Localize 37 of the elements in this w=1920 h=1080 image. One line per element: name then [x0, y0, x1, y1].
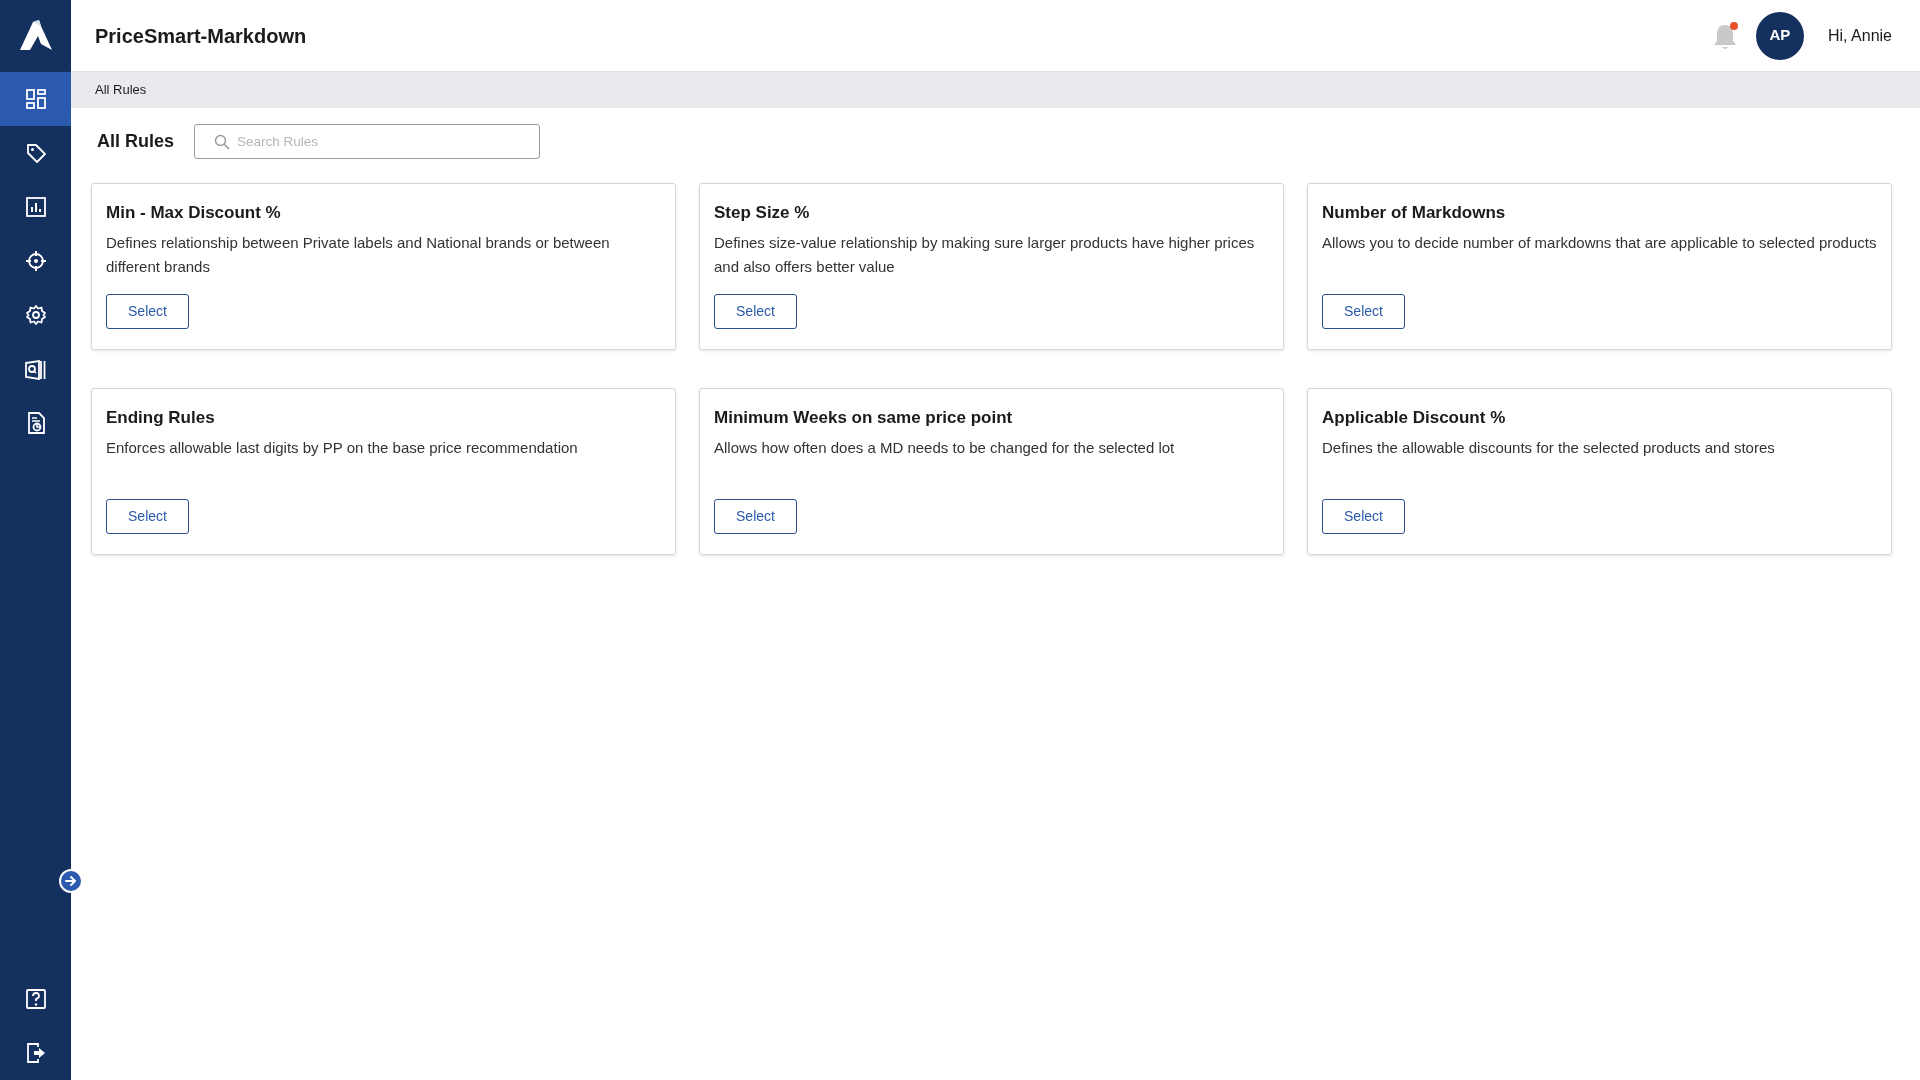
select-button[interactable]: Select: [714, 499, 797, 534]
rule-title: Applicable Discount %: [1322, 407, 1507, 429]
select-button[interactable]: Select: [106, 499, 189, 534]
settings-icon: [24, 304, 47, 326]
help-icon: [24, 988, 47, 1010]
select-button[interactable]: Select: [1322, 499, 1405, 534]
arrow-right-icon: [64, 874, 78, 888]
rule-description: Enforces allowable last digits by PP on the base price recommendation: [106, 437, 579, 458]
breadcrumb-item[interactable]: All Rules: [95, 80, 147, 100]
user-avatar[interactable]: AP: [1755, 11, 1804, 60]
rule-title: Min - Max Discount %: [106, 202, 282, 224]
rule-description: Defines size-value relationship by making sure larger products have higher prices and also offers better value: [714, 232, 1256, 277]
rule-description: Defines the allowable discounts for the selected products and stores: [1322, 437, 1776, 458]
rule-title: Step Size %: [714, 202, 811, 224]
rule-description: Allows you to decide number of markdowns that are applicable to selected products: [1322, 232, 1877, 253]
search-field[interactable]: Search Rules: [194, 124, 541, 159]
bar-chart-icon: [24, 196, 47, 218]
page-title: All Rules: [97, 130, 175, 153]
rule-description: Allows how often does a MD needs to be changed for the selected lot: [714, 437, 1176, 458]
select-button[interactable]: Select: [714, 294, 797, 329]
tag-icon: [24, 142, 47, 164]
user-greeting: Hi, Annie: [1827, 25, 1892, 46]
sidebar-item[interactable]: [0, 72, 71, 126]
dashboard-icon: [24, 88, 47, 110]
logo-icon: [18, 20, 53, 52]
select-button[interactable]: Select: [1322, 294, 1405, 329]
expand-sidebar-button[interactable]: [59, 869, 83, 893]
logout-icon: [24, 1042, 47, 1064]
app-title: PriceSmart-Markdown: [95, 23, 307, 49]
rule-title: Number of Markdowns: [1322, 202, 1507, 224]
report-search-icon: [24, 358, 47, 380]
select-button[interactable]: Select: [106, 294, 189, 329]
notification-bell-icon[interactable]: [1711, 20, 1740, 51]
rule-title: Minimum Weeks on same price point: [714, 407, 1014, 429]
rule-description: Defines relationship between Private labels and National brands or between different brands: [106, 232, 611, 277]
crosshair-icon: [24, 250, 47, 272]
rule-title: Ending Rules: [106, 407, 216, 429]
